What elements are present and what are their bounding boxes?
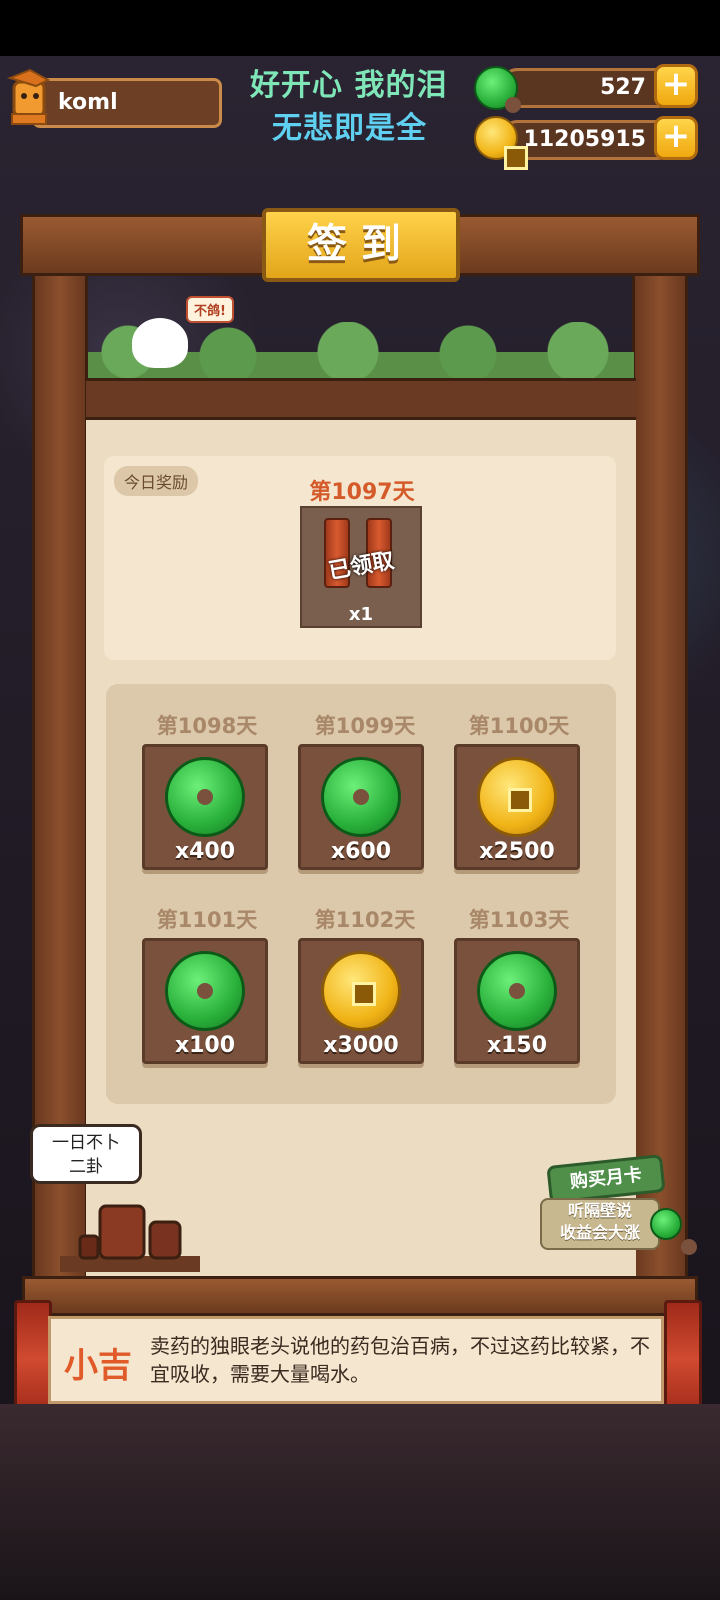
fortune-line-1: 一日不卜 <box>52 1133 120 1153</box>
today-reward-tag: 今日奖励 <box>114 466 199 496</box>
monthly-card-note[interactable]: 听隔壁说 收益会大涨 <box>540 1198 660 1250</box>
day-label: 第1099天 <box>314 714 416 738</box>
monthly-note-line-2: 收益会大涨 <box>559 1223 640 1242</box>
jade-icon <box>165 951 245 1031</box>
mascot-bubble: 不鸽! <box>186 296 234 323</box>
day-label: 第1101天 <box>156 908 258 932</box>
bottom-beam <box>22 1276 698 1316</box>
page-title: 签到 <box>307 221 415 267</box>
reward-qty: x100 <box>174 1033 236 1058</box>
status-bar <box>0 0 720 56</box>
add-jade-button[interactable]: + <box>654 64 698 108</box>
day-label: 第1102天 <box>314 908 416 932</box>
scroll-roll-right <box>664 1300 702 1418</box>
jade-balance: 527 <box>600 75 646 100</box>
right-post <box>632 240 688 1300</box>
fortune-speech-bubble[interactable]: 一日不卜 二卦 <box>30 1124 142 1184</box>
monthly-note-line-1: 听隔壁说 <box>567 1201 632 1220</box>
day-label: 第1103天 <box>468 908 570 932</box>
today-reward-count: x1 <box>348 604 374 625</box>
add-coins-button[interactable]: + <box>654 116 698 160</box>
player-avatar-icon[interactable] <box>6 68 52 130</box>
player-name: koml <box>58 90 118 115</box>
bird-mascot-icon <box>132 318 188 368</box>
reward-tile-1103[interactable]: x150 <box>454 938 580 1064</box>
reward-qty: x2500 <box>479 839 555 864</box>
tip-text: 卖药的独眼老头说他的药包治百病，不过这药比较紧，不宜吸收，需要大量喝水。 <box>150 1334 650 1386</box>
reward-tile-1101[interactable]: x100 <box>142 938 268 1064</box>
reward-qty: x150 <box>486 1033 548 1058</box>
reward-tile-1099[interactable]: x600 <box>298 744 424 870</box>
day-label: 第1098天 <box>156 714 258 738</box>
coin-balance: 11205915 <box>523 127 646 152</box>
reward-qty: x400 <box>174 839 236 864</box>
motto-line-2: 无悲即是全 <box>272 111 427 146</box>
reward-tile-1098[interactable]: x400 <box>142 744 268 870</box>
title-sign: 签到 <box>262 208 460 282</box>
jade-icon <box>477 951 557 1031</box>
scroll-roll-left <box>14 1300 52 1418</box>
day-label: 第1100天 <box>468 714 570 738</box>
coin-icon <box>477 757 557 837</box>
jade-icon <box>321 757 401 837</box>
medicine-jars-icon <box>60 1204 200 1272</box>
today-day-label: 第1097天 <box>309 480 415 505</box>
bottom-stage-decoration <box>0 1404 720 1600</box>
lintel <box>86 378 636 420</box>
motto-line-1: 好开心 我的泪 <box>250 68 448 103</box>
reward-qty: x3000 <box>323 1033 399 1058</box>
jade-icon <box>650 1208 697 1255</box>
reward-qty: x600 <box>330 839 392 864</box>
tip-speaker: 小吉 <box>64 1346 132 1386</box>
fortune-line-2: 二卦 <box>69 1157 103 1177</box>
coin-icon <box>321 951 401 1031</box>
reward-tile-1102[interactable]: x3000 <box>298 938 424 1064</box>
jade-icon <box>165 757 245 837</box>
reward-tile-1100[interactable]: x2500 <box>454 744 580 870</box>
